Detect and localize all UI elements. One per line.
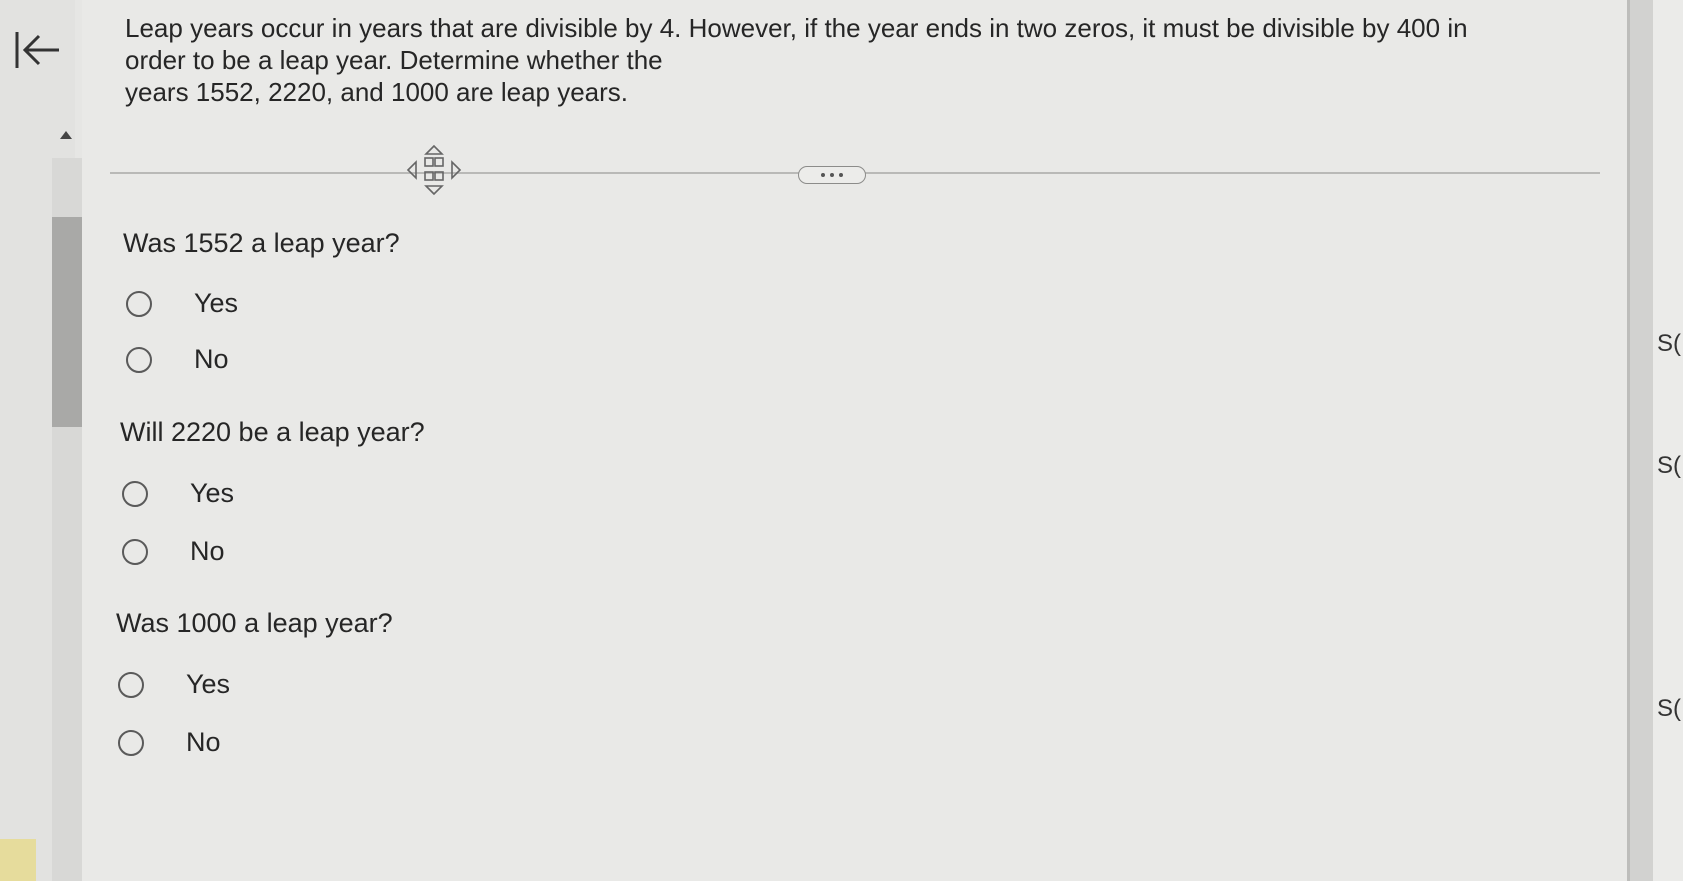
ellipsis-icon (821, 173, 825, 177)
option-label: No (186, 727, 221, 757)
option-label: No (194, 344, 229, 374)
move-arrows-icon (406, 144, 462, 196)
radio-button[interactable] (118, 671, 144, 698)
right-divider-panel (1627, 0, 1653, 881)
more-options-button[interactable] (798, 166, 866, 184)
radio-button[interactable] (122, 538, 148, 565)
problem-statement: Leap years occur in years that are divis… (125, 12, 1565, 108)
answer-stub-3: S( (1657, 695, 1681, 722)
option-1000-yes[interactable]: Yes (118, 669, 230, 700)
question-1552: Was 1552 a leap year? (123, 228, 400, 258)
radio-button[interactable] (126, 346, 152, 373)
move-handle[interactable] (406, 144, 462, 196)
scrollbar-thumb[interactable] (52, 217, 82, 427)
radio-button[interactable] (118, 729, 144, 756)
adjacent-answer-column: S( S( S( (1653, 0, 1683, 881)
option-2220-yes[interactable]: Yes (122, 478, 234, 509)
collapse-left-icon (15, 32, 59, 68)
triangle-up-icon (60, 131, 72, 139)
answer-stub-2: S( (1657, 452, 1681, 479)
option-1552-yes[interactable]: Yes (126, 288, 238, 319)
answer-stub-1: S( (1657, 330, 1681, 357)
option-label: Yes (186, 669, 231, 699)
option-2220-no[interactable]: No (122, 536, 225, 567)
option-label: Yes (190, 478, 235, 508)
panel-edge (1627, 0, 1630, 881)
option-label: No (190, 536, 225, 566)
collapse-back-button[interactable] (10, 26, 66, 74)
scroll-up-button[interactable] (58, 128, 74, 142)
ellipsis-icon (830, 173, 834, 177)
ellipsis-icon (839, 173, 843, 177)
problem-line-2: order to be a leap year. Determine wheth… (125, 45, 663, 75)
option-1000-no[interactable]: No (118, 727, 221, 758)
radio-button[interactable] (126, 290, 152, 317)
radio-button[interactable] (122, 480, 148, 507)
problem-line-1: Leap years occur in years that are divis… (125, 13, 1468, 43)
option-1552-no[interactable]: No (126, 344, 229, 375)
question-2220: Will 2220 be a leap year? (120, 417, 425, 447)
left-rail-accent (0, 839, 36, 881)
option-label: Yes (194, 288, 239, 318)
question-1000: Was 1000 a leap year? (116, 608, 393, 638)
problem-line-3: years 1552, 2220, and 1000 are leap year… (125, 77, 629, 107)
